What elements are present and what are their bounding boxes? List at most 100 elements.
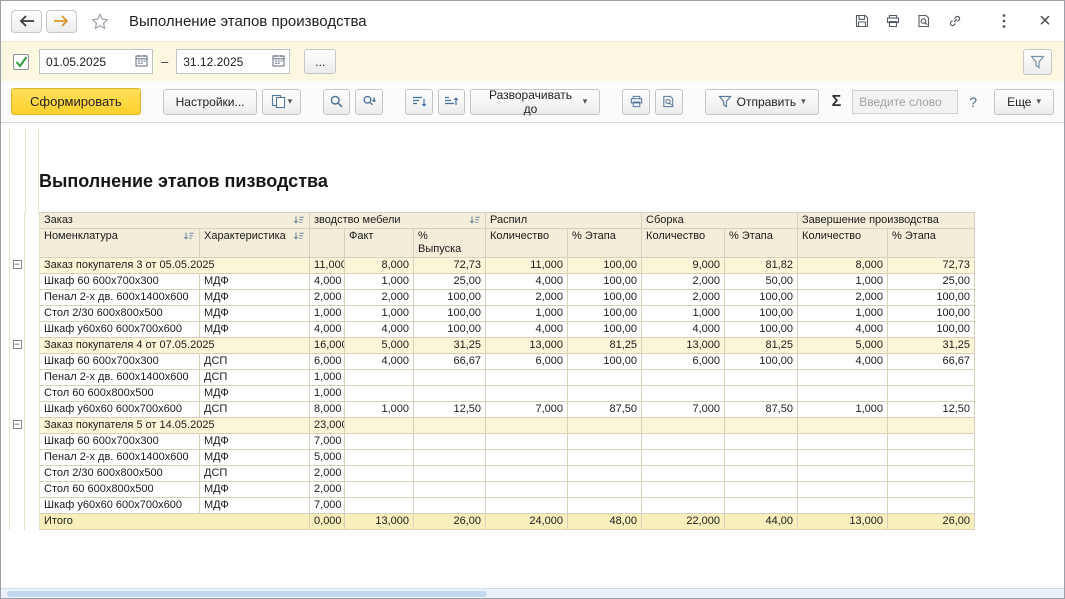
save-icon[interactable]: [853, 12, 871, 30]
item-row[interactable]: Шкаф 60 600х700х300МДФ4,0001,00025,004,0…: [10, 274, 975, 290]
column-header[interactable]: Количество: [642, 229, 725, 258]
group-row[interactable]: −Заказ покупателя 4 от 07.05.202516,0005…: [10, 338, 975, 354]
date-from-field[interactable]: 01.05.2025: [39, 49, 153, 74]
item-row[interactable]: Пенал 2-х дв. 600х1400х600МДФ2,0002,0001…: [10, 290, 975, 306]
value-cell: 100,00: [725, 354, 798, 370]
sum-sigma-button[interactable]: Σ: [832, 93, 842, 111]
value-cell: 4,000: [642, 322, 725, 338]
value-cell: 13,000: [486, 338, 568, 354]
collapse-icon[interactable]: −: [13, 260, 22, 269]
value-cell: [414, 450, 486, 466]
item-row[interactable]: Стол 2/30 600х800х500МДФ1,0001,000100,00…: [10, 306, 975, 322]
value-cell: 66,67: [888, 354, 975, 370]
item-row[interactable]: Пенал 2-х дв. 600х1400х600МДФ5,000: [10, 450, 975, 466]
period-options-button[interactable]: ...: [304, 49, 336, 74]
value-cell: [486, 482, 568, 498]
help-button[interactable]: ?: [969, 94, 977, 110]
value-cell: 100,00: [725, 322, 798, 338]
nomenclature-cell: Стол 2/30 600х800х500: [40, 306, 200, 322]
expand-groups-button[interactable]: [438, 89, 466, 115]
close-icon[interactable]: ×: [1036, 12, 1054, 30]
report-table[interactable]: Заказзводство мебелиРаспилСборкаЗавершен…: [9, 212, 975, 530]
column-header[interactable]: % Этапа: [568, 229, 642, 258]
column-header[interactable]: Факт: [345, 229, 414, 258]
value-cell: [888, 370, 975, 386]
date-to-field[interactable]: 31.12.2025: [176, 49, 290, 74]
item-row[interactable]: Шкаф у60х60 600х700х600МДФ7,000: [10, 498, 975, 514]
calendar-icon[interactable]: [272, 54, 285, 70]
value-cell: 87,50: [568, 402, 642, 418]
group-row[interactable]: −Заказ покупателя 5 от 14.05.202523,000: [10, 418, 975, 434]
column-header[interactable]: Номенклатура: [40, 229, 200, 258]
send-button[interactable]: Отправить ▾: [705, 89, 819, 115]
column-header[interactable]: % Этапа: [725, 229, 798, 258]
item-row[interactable]: Стол 60 600х800х500МДФ1,000: [10, 386, 975, 402]
period-checkbox[interactable]: [13, 54, 29, 70]
item-row[interactable]: Шкаф у60х60 600х700х600МДФ4,0004,000100,…: [10, 322, 975, 338]
characteristic-cell: МДФ: [200, 306, 310, 322]
column-header[interactable]: Количество: [798, 229, 888, 258]
item-row[interactable]: Стол 60 600х800х500МДФ2,000: [10, 482, 975, 498]
value-cell: 2,000: [310, 466, 345, 482]
total-row[interactable]: Итого0,00013,00026,0024,00048,0022,00044…: [10, 514, 975, 530]
column-group-header[interactable]: Распил: [486, 213, 642, 229]
item-row[interactable]: Шкаф 60 600х700х300ДСП6,0004,00066,676,0…: [10, 354, 975, 370]
column-header[interactable]: Количество: [486, 229, 568, 258]
sort-icon[interactable]: [293, 215, 305, 226]
column-group-header[interactable]: Завершение производства: [798, 213, 975, 229]
column-header[interactable]: % Выпуска: [414, 229, 486, 258]
item-row[interactable]: Пенал 2-х дв. 600х1400х600ДСП1,000: [10, 370, 975, 386]
search-button[interactable]: [323, 89, 351, 115]
sort-icon[interactable]: [293, 231, 305, 242]
value-cell: 100,00: [414, 290, 486, 306]
item-row[interactable]: Шкаф у60х60 600х700х600ДСП8,0001,00012,5…: [10, 402, 975, 418]
filter-settings-button[interactable]: [1023, 49, 1052, 75]
item-row[interactable]: Шкаф 60 600х700х300МДФ7,000: [10, 434, 975, 450]
expand-to-button[interactable]: Разворачивать до ▾: [470, 89, 600, 115]
print-button[interactable]: [622, 89, 650, 115]
collapse-icon[interactable]: −: [13, 340, 22, 349]
horizontal-scrollbar[interactable]: [1, 588, 1064, 598]
value-cell: 24,000: [486, 514, 568, 530]
column-group-header[interactable]: зводство мебели: [310, 213, 486, 229]
link-icon[interactable]: [946, 12, 964, 30]
value-cell: 2,000: [310, 482, 345, 498]
print-preview-button[interactable]: [655, 89, 683, 115]
value-cell: 4,000: [486, 322, 568, 338]
nomenclature-cell: Шкаф у60х60 600х700х600: [40, 322, 200, 338]
print-icon[interactable]: [884, 12, 902, 30]
group-row[interactable]: −Заказ покупателя 3 от 05.05.202511,0008…: [10, 258, 975, 274]
column-group-header[interactable]: Сборка: [642, 213, 798, 229]
send-label: Отправить: [737, 95, 797, 109]
value-cell: [798, 498, 888, 514]
scrollbar-thumb[interactable]: [7, 591, 487, 597]
column-header[interactable]: [310, 229, 345, 258]
settings-variant-button[interactable]: ▾: [262, 89, 300, 115]
preview-icon[interactable]: [915, 12, 933, 30]
column-group-header[interactable]: Заказ: [40, 213, 310, 229]
favorite-star-icon[interactable]: [91, 13, 109, 30]
generate-button[interactable]: Сформировать: [11, 88, 141, 115]
nomenclature-cell: Стол 60 600х800х500: [40, 386, 200, 402]
sort-icon[interactable]: [469, 215, 481, 226]
search-next-button[interactable]: [355, 89, 383, 115]
value-cell: [725, 498, 798, 514]
value-cell: 100,00: [888, 306, 975, 322]
more-button[interactable]: Еще ▾: [994, 89, 1054, 115]
collapse-groups-button[interactable]: [405, 89, 433, 115]
value-cell: [486, 370, 568, 386]
more-menu-icon[interactable]: [995, 12, 1013, 30]
value-cell: 25,00: [888, 274, 975, 290]
settings-button[interactable]: Настройки...: [163, 89, 258, 115]
value-cell: 100,00: [414, 322, 486, 338]
item-row[interactable]: Стол 2/30 600х800х500ДСП2,000: [10, 466, 975, 482]
word-search-input[interactable]: [852, 90, 958, 114]
sort-icon[interactable]: [183, 231, 195, 242]
forward-button[interactable]: [46, 10, 77, 33]
calendar-icon[interactable]: [135, 54, 148, 70]
column-header[interactable]: % Этапа: [888, 229, 975, 258]
column-header[interactable]: Характеристика: [200, 229, 310, 258]
collapse-icon[interactable]: −: [13, 420, 22, 429]
back-button[interactable]: [11, 10, 42, 33]
characteristic-cell: ДСП: [200, 370, 310, 386]
